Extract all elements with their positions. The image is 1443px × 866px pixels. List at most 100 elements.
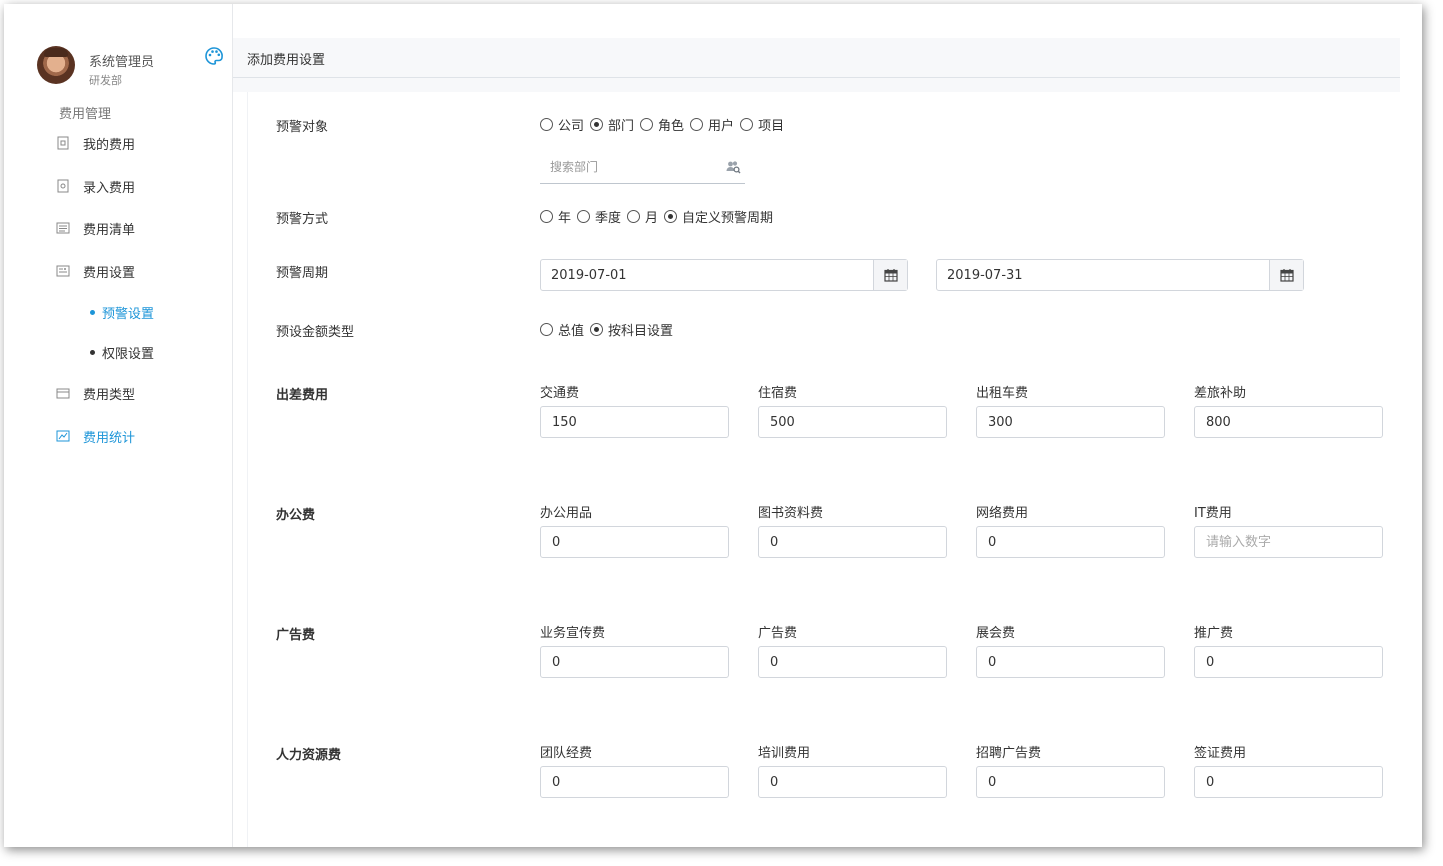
radio-circle[interactable] <box>627 209 641 223</box>
radio-method-quarter[interactable]: 季度 <box>577 207 621 226</box>
sidebar-item-expense-types[interactable]: 费用类型 <box>56 381 226 405</box>
list-icon <box>56 222 70 234</box>
target-radio-group: 公司 部门 角色 用户 项目 <box>540 114 790 134</box>
document-icon <box>57 136 69 150</box>
radio-circle[interactable] <box>540 322 553 336</box>
expense-field-label: 业务宣传费 <box>540 626 606 641</box>
expense-field <box>976 406 1165 438</box>
expense-amount-input[interactable] <box>977 527 1164 557</box>
expense-amount-input[interactable] <box>977 767 1164 797</box>
radio-amount-by-subject[interactable]: 按科目设置 <box>590 320 673 339</box>
sidebar-subitem-alert-settings[interactable]: 预警设置 <box>90 302 154 322</box>
card-icon <box>56 388 70 399</box>
sidebar-subitem-permission-settings[interactable]: 权限设置 <box>90 342 154 362</box>
sidebar-item-label: 我的费用 <box>83 137 136 153</box>
radio-label: 按科目设置 <box>608 323 674 339</box>
expense-field <box>758 406 947 438</box>
radio-label: 公司 <box>558 118 585 134</box>
radio-label: 自定义预警周期 <box>682 210 774 226</box>
amount-type-radio-group: 总值 按科目设置 <box>540 319 679 339</box>
page-header: 添加费用设置 <box>233 38 1400 78</box>
expense-field <box>1194 646 1383 678</box>
radio-circle[interactable] <box>690 117 704 131</box>
radio-circle[interactable] <box>590 117 604 131</box>
expense-field <box>758 526 947 558</box>
start-date-picker <box>540 259 908 291</box>
expense-field-label: 办公用品 <box>540 506 593 521</box>
radio-method-month[interactable]: 月 <box>627 207 658 226</box>
header-gap <box>233 78 1400 92</box>
expense-amount-input[interactable] <box>759 647 946 677</box>
radio-circle[interactable] <box>740 117 754 131</box>
expense-amount-input[interactable] <box>759 767 946 797</box>
sidebar-item-expense-stats[interactable]: 费用统计 <box>56 424 226 448</box>
bullet-icon <box>90 349 95 355</box>
sidebar-subitem-label: 权限设置 <box>102 346 155 362</box>
radio-circle[interactable] <box>540 209 553 223</box>
radio-method-custom[interactable]: 自定义预警周期 <box>664 207 773 226</box>
radio-circle[interactable] <box>577 209 591 223</box>
radio-circle[interactable] <box>590 322 604 336</box>
sidebar-item-expense-list[interactable]: 费用清单 <box>56 216 226 240</box>
expense-field <box>540 766 729 798</box>
method-label: 预警方式 <box>276 212 329 227</box>
radio-amount-total[interactable]: 总值 <box>540 320 584 339</box>
department-search-input[interactable] <box>540 152 710 182</box>
expense-field-label: 展会费 <box>976 626 1016 641</box>
radio-target-company[interactable]: 公司 <box>540 115 584 134</box>
sidebar-item-my-expenses[interactable]: 我的费用 <box>56 131 226 155</box>
users-search-icon[interactable] <box>725 159 741 175</box>
expense-amount-input[interactable] <box>541 407 728 437</box>
end-date-picker <box>936 259 1304 291</box>
expense-field <box>976 766 1165 798</box>
radio-target-project[interactable]: 项目 <box>740 115 784 134</box>
expense-amount-input[interactable] <box>759 407 946 437</box>
expense-field <box>540 406 729 438</box>
page-title: 添加费用设置 <box>247 53 326 68</box>
sidebar-item-expense-settings[interactable]: 费用设置 <box>56 259 226 283</box>
user-name: 系统管理员 <box>89 55 155 70</box>
expense-amount-input[interactable] <box>541 647 728 677</box>
expense-amount-input[interactable] <box>977 647 1164 677</box>
radio-label: 年 <box>558 210 572 226</box>
expense-field-label: IT费用 <box>1194 506 1232 521</box>
radio-circle[interactable] <box>640 117 654 131</box>
end-date-input[interactable] <box>937 260 1269 290</box>
expense-amount-input[interactable] <box>1195 647 1382 677</box>
radio-target-user[interactable]: 用户 <box>690 115 734 134</box>
expense-amount-input[interactable] <box>541 767 728 797</box>
expense-amount-input[interactable] <box>1195 527 1382 557</box>
start-date-calendar-button[interactable] <box>873 260 907 290</box>
expense-amount-input[interactable] <box>1195 407 1382 437</box>
start-date-input[interactable] <box>541 260 873 290</box>
radio-label: 部门 <box>608 118 635 134</box>
expense-field-label: 广告费 <box>758 626 798 641</box>
radio-label: 用户 <box>708 118 735 134</box>
sidebar-item-enter-expense[interactable]: 录入费用 <box>56 174 226 198</box>
expense-field-label: 网络费用 <box>976 506 1029 521</box>
radio-target-department[interactable]: 部门 <box>590 115 634 134</box>
expense-field-label: 图书资料费 <box>758 506 824 521</box>
radio-circle[interactable] <box>540 117 553 131</box>
expense-amount-input[interactable] <box>541 527 728 557</box>
expense-amount-input[interactable] <box>759 527 946 557</box>
user-profile[interactable]: 系统管理员 研发部 <box>37 46 227 90</box>
end-date-calendar-button[interactable] <box>1269 260 1303 290</box>
expense-field <box>758 766 947 798</box>
sidebar-item-label: 费用清单 <box>83 222 136 238</box>
method-radio-group: 年 季度 月 自定义预警周期 <box>540 206 779 226</box>
sidebar-item-label: 录入费用 <box>83 180 136 196</box>
radio-method-year[interactable]: 年 <box>540 207 571 226</box>
calendar-icon <box>883 269 898 282</box>
expense-amount-input[interactable] <box>1195 767 1382 797</box>
settings-sheet-icon <box>56 265 70 277</box>
sidebar-item-label: 费用统计 <box>83 430 136 446</box>
avatar[interactable] <box>37 46 75 84</box>
expense-field-label: 招聘广告费 <box>976 746 1042 761</box>
radio-target-role[interactable]: 角色 <box>640 115 684 134</box>
expense-group-label: 办公费 <box>276 508 316 523</box>
radio-circle[interactable] <box>664 209 678 223</box>
palette-icon[interactable] <box>204 46 224 66</box>
expense-amount-input[interactable] <box>977 407 1164 437</box>
calendar-icon <box>1279 269 1294 282</box>
